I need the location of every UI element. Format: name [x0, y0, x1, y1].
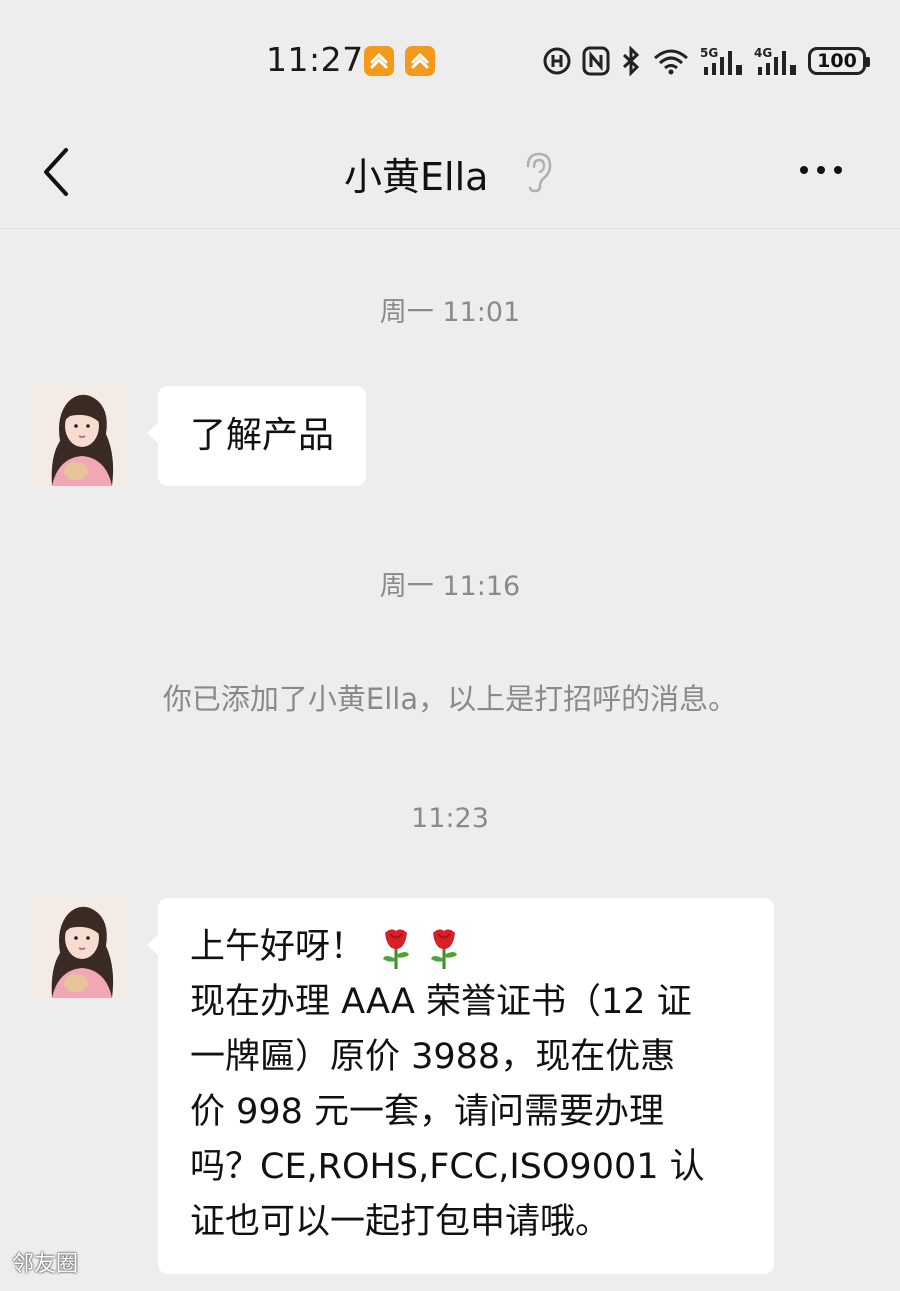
- system-message: 你已添加了小黄Ella，以上是打招呼的消息。: [162, 682, 738, 716]
- contact-avatar[interactable]: [30, 386, 130, 486]
- avatar-image: [30, 386, 130, 486]
- signal-4g-icon: 4G: [754, 46, 796, 75]
- message-line: 吗？CE,ROHS,FCC,ISO9001 认: [190, 1147, 705, 1187]
- message-line: 现在办理 AAA 荣誉证书（12 证: [190, 982, 692, 1022]
- chat-header: 小黄Ella: [0, 120, 900, 229]
- message-line: 一牌匾）原价 3988，现在优惠: [190, 1037, 676, 1077]
- status-time: 11:27: [266, 40, 364, 79]
- chevron-left-icon: [44, 148, 68, 196]
- battery-icon: 100: [808, 47, 870, 75]
- ear-icon: [526, 152, 552, 193]
- rose-icon: [383, 929, 410, 969]
- contact-avatar[interactable]: [30, 898, 130, 998]
- watermark: 邻友圈: [12, 1252, 79, 1277]
- svg-text:5G: 5G: [700, 46, 718, 60]
- back-button[interactable]: [36, 144, 80, 200]
- system-icons: 5G 4G 100: [542, 44, 870, 78]
- more-button[interactable]: [800, 160, 860, 180]
- signal-5g-icon: 5G: [700, 46, 742, 75]
- bluetooth-icon: [622, 46, 640, 76]
- notification-app-icon: [405, 46, 435, 76]
- message-bubble[interactable]: 上午好呀！ 现在办理 AAA 荣誉证书（12 证 一牌匾）原价 3988，现在优…: [147, 898, 774, 1274]
- notification-app-icon: [364, 46, 394, 76]
- chat-title: 小黄Ella: [344, 155, 489, 199]
- message-bubble[interactable]: 了解产品: [146, 386, 367, 486]
- status-bar: 11:27 5G 4G 100: [0, 0, 900, 120]
- rose-icon: [431, 929, 458, 969]
- avatar-image: [30, 898, 130, 998]
- nfc-icon: [582, 46, 610, 76]
- wifi-icon: [654, 49, 688, 75]
- more-dots-icon: [800, 166, 808, 174]
- message-line: 证也可以一起打包申请哦。: [190, 1202, 611, 1242]
- hd-call-icon: [543, 47, 571, 75]
- message-text: 上午好呀！: [190, 927, 366, 967]
- message-text: 了解产品: [190, 415, 335, 456]
- timestamp: 周一 11:01: [379, 297, 521, 328]
- battery-level: 100: [817, 50, 857, 72]
- timestamp: 11:23: [411, 803, 489, 834]
- message-line: 价 998 元一套，请问需要办理: [190, 1092, 665, 1132]
- timestamp: 周一 11:16: [379, 571, 521, 602]
- svg-text:4G: 4G: [754, 46, 772, 60]
- message-line: 上午好呀！: [190, 920, 744, 975]
